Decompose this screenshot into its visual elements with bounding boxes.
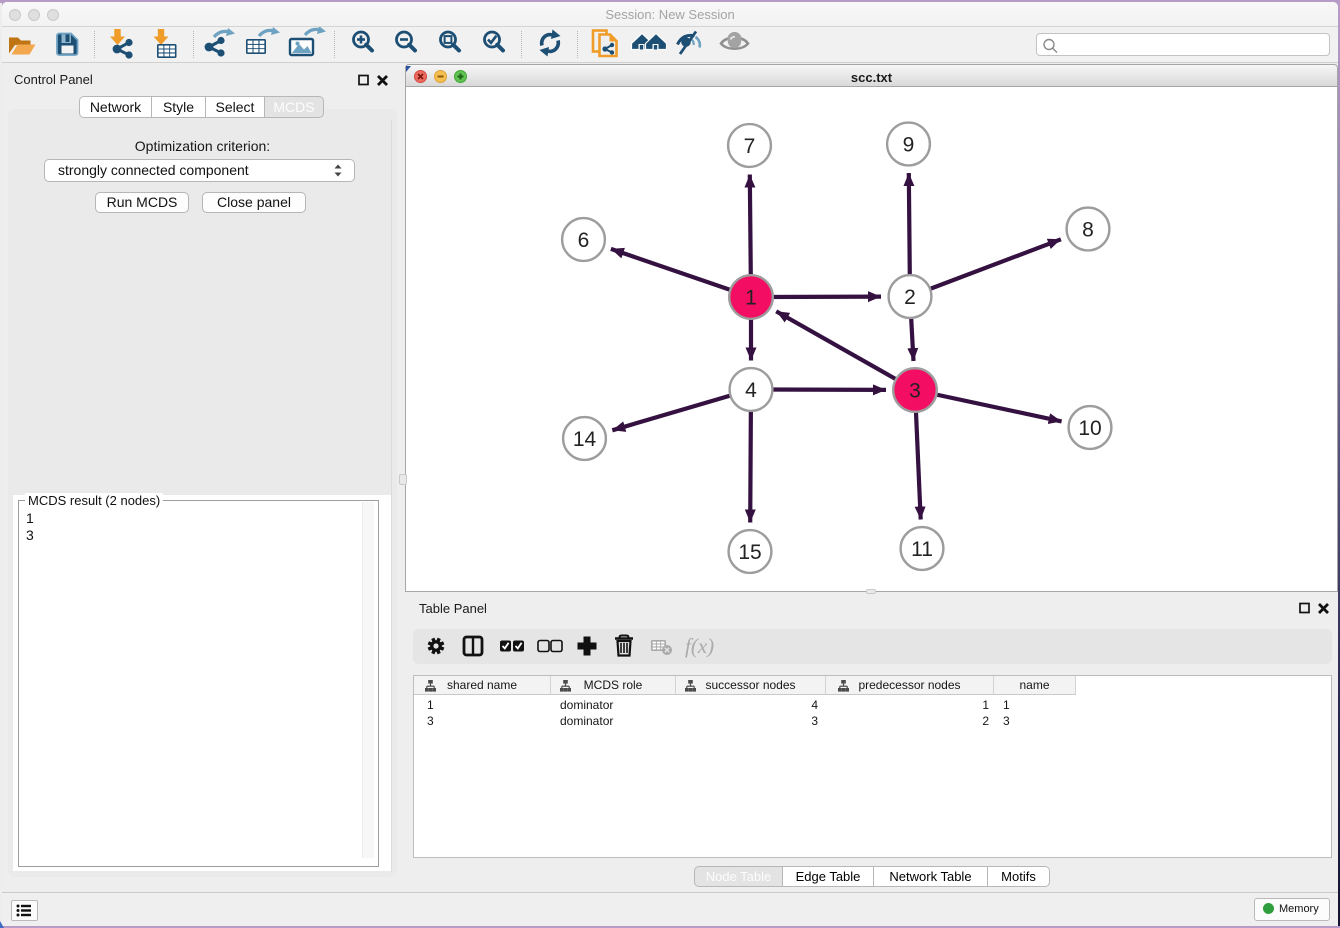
svg-text:11: 11 (911, 538, 933, 561)
svg-text:8: 8 (1082, 219, 1094, 242)
svg-text:14: 14 (573, 428, 597, 451)
svg-text:7: 7 (744, 135, 756, 158)
svg-text:1: 1 (745, 287, 757, 310)
svg-text:9: 9 (903, 134, 915, 157)
svg-text:2: 2 (904, 286, 916, 309)
svg-text:3: 3 (909, 380, 921, 403)
svg-text:f(x): f(x) (685, 634, 714, 658)
svg-text:10: 10 (1078, 417, 1101, 440)
svg-text:6: 6 (578, 229, 590, 252)
svg-text:15: 15 (738, 541, 761, 564)
svg-text:4: 4 (745, 379, 757, 402)
